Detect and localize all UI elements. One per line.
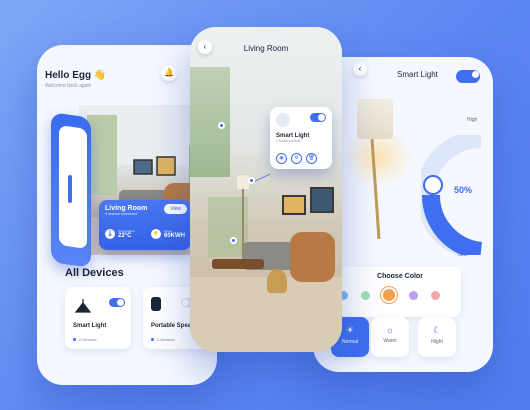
floor-lamp-shade [357,99,393,139]
warm-sun-icon: ☼ [385,325,395,335]
all-devices-heading: All Devices [65,267,124,279]
temperature-value: 22°C [118,233,132,239]
device-name: Portable Speak [151,323,195,329]
mode-night[interactable]: ☾ Night [418,317,456,357]
smart-light-toggle[interactable] [109,298,125,307]
ar-room-screen: ‹ Living Room Smart Light 2 Mode control… [190,27,342,352]
room-scene-photo [190,27,342,352]
living-room-card[interactable]: Living Room 9 devices connected View 🌡 T… [99,200,191,250]
lamp-icon [276,113,290,127]
mode-label: Warm [383,338,397,344]
color-swatch[interactable] [383,289,395,301]
welcome-text: Welcome back again [45,83,92,89]
room-title: Living Room [243,44,289,53]
power-toggle[interactable] [456,70,480,83]
notification-bell-icon[interactable]: 🔔 [161,65,177,81]
sofa-hotspot[interactable] [230,237,237,244]
home-header: Hello Egg 👋 Welcome back again [45,70,106,89]
brightness-value: 50% [454,185,473,195]
thermometer-icon: 🌡 [105,229,115,239]
bolt-icon: ⚡ [150,229,161,239]
dial-knob [423,175,443,195]
popup-light-toggle[interactable] [310,113,326,122]
choose-color-heading: Choose Color [377,273,423,280]
mode-label: Night [431,339,443,345]
high-label: High [467,117,478,123]
device-count: 2 Devices [151,337,175,342]
moon-icon: ☾ [432,325,442,335]
back-button[interactable]: ‹ [353,62,367,76]
carousel-indicator [68,175,72,203]
greeting-text: Hello Egg 👋 [45,70,107,81]
color-swatch[interactable] [408,290,418,300]
color-swatch[interactable] [360,290,370,300]
screen-title: Smart Light [397,70,438,79]
color-swatch[interactable] [430,290,440,300]
device-name: Smart Light [73,323,107,329]
speaker-icon [151,297,161,311]
power-metric: ⚡ Power 60KWH [150,229,185,239]
device-card-smart-light[interactable]: Smart Light 2 Devices [65,287,131,349]
smart-light-popup[interactable]: Smart Light 2 Mode controls ◉ ⚙ 🗑 [270,107,332,169]
temperature-metric: 🌡 Temperature 22°C [105,229,135,239]
window-hotspot[interactable] [218,122,225,129]
mode-warm[interactable]: ☼ Warm [371,317,409,357]
power-value: 60KWH [163,233,185,239]
room-carousel-panel [59,125,87,249]
light-hotspot[interactable] [248,177,255,184]
popup-subtitle: 2 Mode controls [276,139,301,143]
settings-icon[interactable]: ⚙ [291,153,302,164]
trash-icon[interactable]: 🗑 [306,153,317,164]
device-count: 2 Devices [73,337,97,342]
pendant-lamp-icon [74,299,92,313]
brightness-dial[interactable] [421,135,493,255]
power-label: Power [163,229,173,233]
color-picker: Choose Color [339,267,461,317]
temperature-label: Temperature [118,229,135,233]
view-room-button[interactable]: View [164,204,187,214]
eye-icon[interactable]: ◉ [276,153,287,164]
